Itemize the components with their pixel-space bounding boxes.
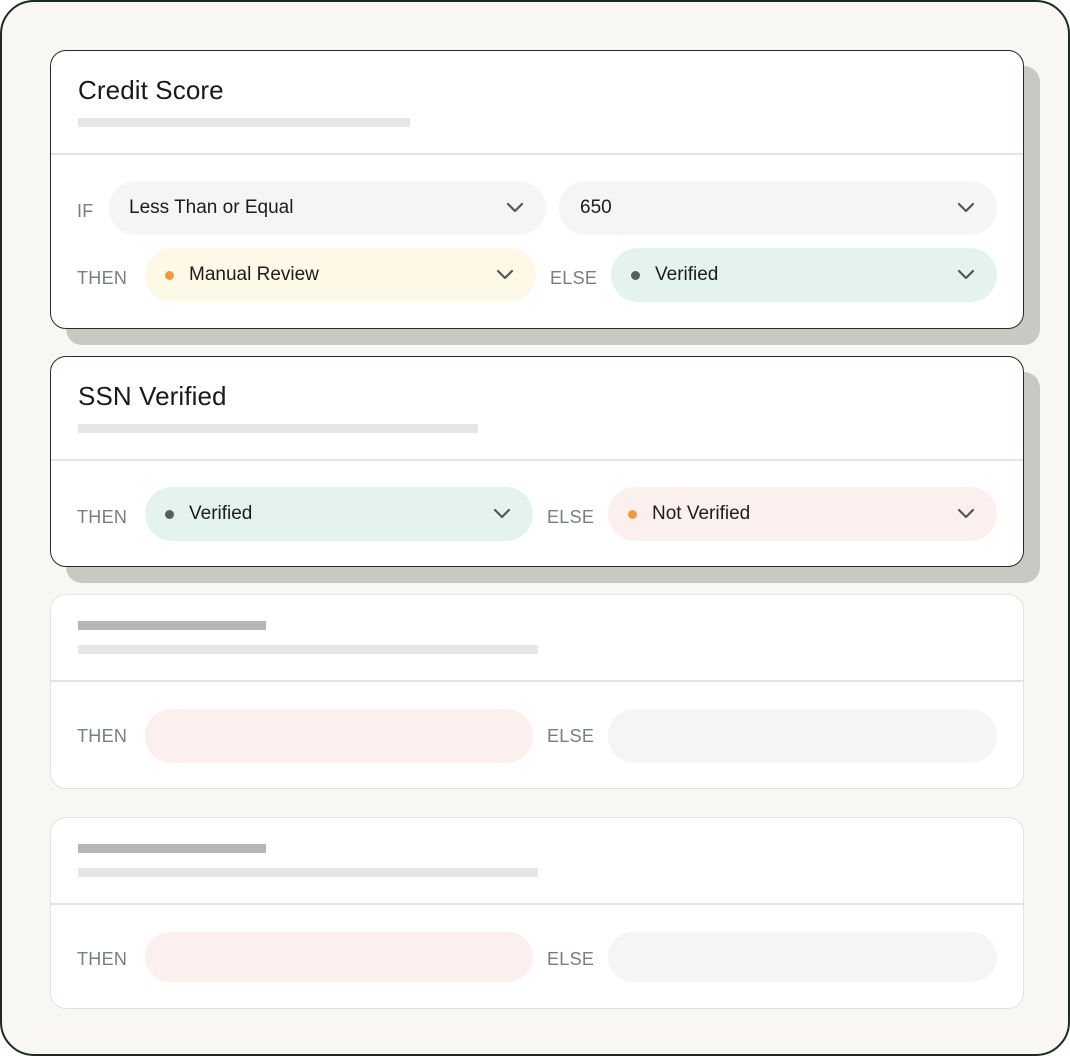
chevron-down-icon [506,202,524,213]
rule-card-placeholder: THEN ELSE [50,594,1024,789]
chevron-down-icon [957,269,975,280]
else-placeholder-pill [608,709,997,763]
rules-panel: Credit Score IF Less Than or Equal 650 T… [0,0,1070,1056]
then-keyword: THEN [77,507,128,527]
else-outcome-value: Verified [655,264,719,285]
status-dot [628,509,637,519]
threshold-value: 650 [580,197,612,218]
then-keyword: THEN [77,268,128,288]
then-keyword: THEN [77,726,128,746]
then-outcome-value: Verified [189,503,253,524]
then-outcome-dropdown[interactable]: Verified [145,487,533,541]
then-placeholder-pill [145,709,533,763]
else-placeholder-pill [608,932,997,982]
else-outcome-dropdown[interactable]: Verified [611,248,997,302]
if-keyword: IF [77,201,94,221]
title-placeholder-bar [78,844,266,853]
else-keyword: ELSE [547,507,595,527]
operator-dropdown[interactable]: Less Than or Equal [109,181,546,235]
rule-title: SSN Verified [78,381,227,411]
description-placeholder-bar [78,868,538,877]
then-placeholder-pill [145,932,533,982]
chevron-down-icon [957,508,975,519]
card-divider [51,459,1023,461]
card-divider [51,903,1023,905]
then-outcome-value: Manual Review [189,264,319,285]
title-placeholder-bar [78,621,266,630]
else-keyword: ELSE [550,268,598,288]
threshold-dropdown[interactable]: 650 [559,181,997,235]
rule-card-placeholder: THEN ELSE [50,817,1024,1009]
chevron-down-icon [957,202,975,213]
else-keyword: ELSE [547,726,595,746]
card-divider [51,680,1023,682]
status-dot [165,509,174,519]
else-keyword: ELSE [547,949,595,969]
else-outcome-value: Not Verified [652,503,751,524]
rule-card-ssn-verified[interactable]: SSN Verified THEN Verified ELSE Not Veri… [50,356,1024,567]
else-outcome-dropdown[interactable]: Not Verified [608,487,997,541]
description-placeholder-bar [78,118,410,127]
rule-title: Credit Score [78,75,224,105]
card-divider [51,153,1023,155]
then-outcome-dropdown[interactable]: Manual Review [145,248,536,302]
operator-value: Less Than or Equal [129,197,294,218]
then-keyword: THEN [77,949,128,969]
status-dot [165,270,174,280]
description-placeholder-bar [78,424,478,433]
chevron-down-icon [493,508,511,519]
chevron-down-icon [496,269,514,280]
rule-card-credit-score[interactable]: Credit Score IF Less Than or Equal 650 T… [50,50,1024,329]
description-placeholder-bar [78,645,538,654]
status-dot [631,270,640,280]
